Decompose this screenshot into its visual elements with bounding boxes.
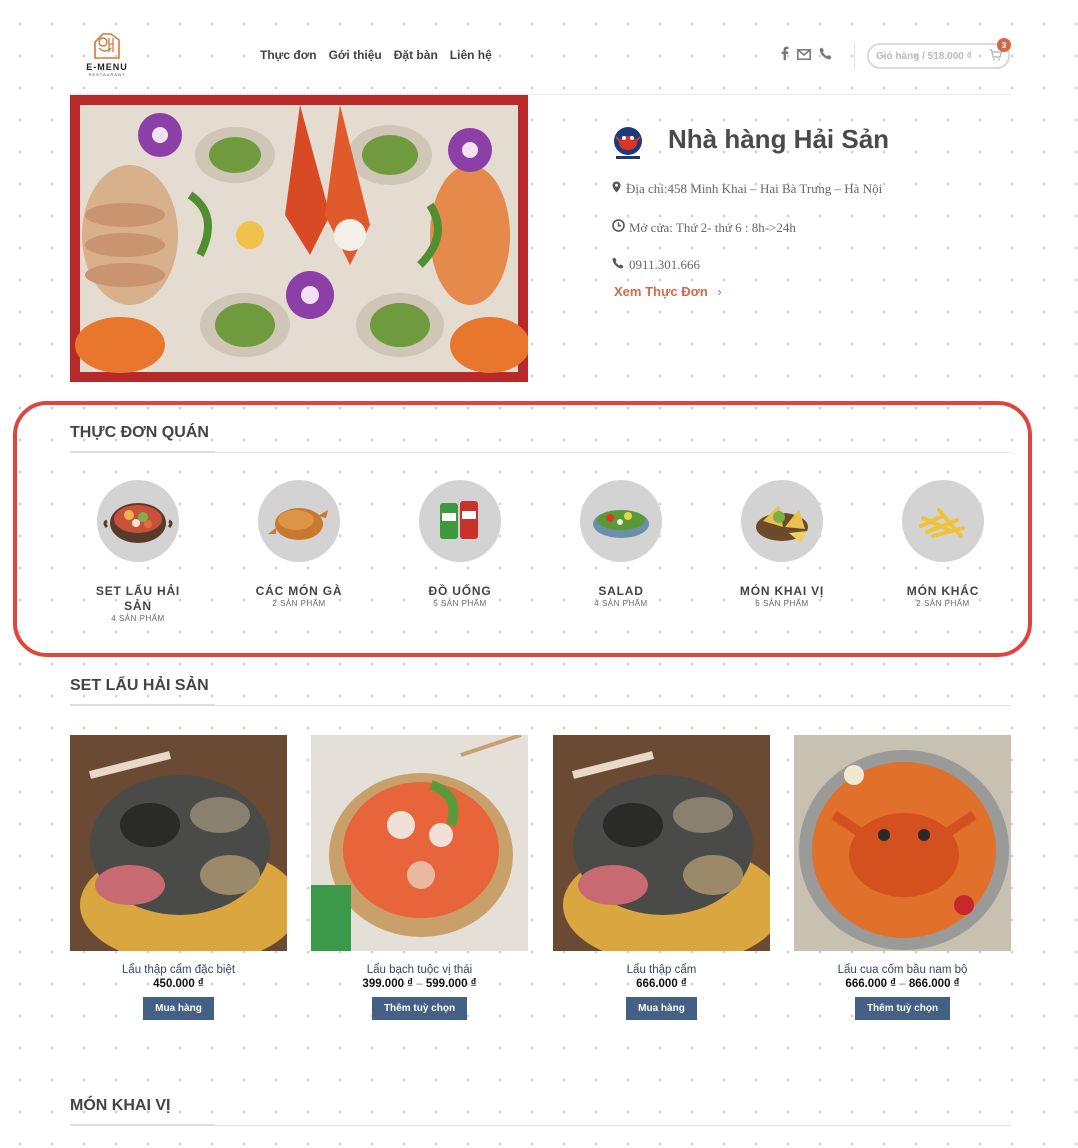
product-name[interactable]: Lẩu cua cốm bầu nam bộ — [794, 964, 1011, 976]
options-button[interactable]: Thêm tuỳ chọn — [854, 997, 951, 1020]
product-name[interactable]: Lẩu thập cẩm đặc biệt — [70, 964, 287, 976]
cart-button[interactable]: Giỏ hàng / 518.000 ₫ — [867, 43, 1010, 69]
salad-bowl-icon — [580, 480, 662, 562]
product-name[interactable]: Lẩu thập cẩm — [553, 964, 770, 976]
phone-icon — [612, 257, 626, 272]
fries-icon — [902, 480, 984, 562]
address-text: Địa chỉ:458 Minh Khai – Hai Bà Trưng – H… — [626, 181, 883, 196]
product-name[interactable]: Lẩu bạch tuộc vị thái — [311, 964, 528, 976]
clock-icon — [612, 219, 626, 235]
menu-section-divider — [70, 451, 1011, 453]
main-nav: Thực đơn Gới thiệu Đặt bàn Liên hệ — [260, 48, 492, 62]
nav-contact[interactable]: Liên hệ — [450, 48, 492, 62]
drink-cans-icon — [419, 480, 501, 562]
product-price: 399.000 ₫ – 599.000 ₫ — [311, 978, 528, 990]
price-separator: – — [413, 978, 426, 990]
product-price: 666.000 ₫ — [553, 978, 770, 990]
site-header: E-MENU RESTAURANT Thực đơn Gới thiệu Đặt… — [70, 0, 1011, 95]
nav-booking[interactable]: Đặt bàn — [394, 48, 438, 62]
logo-text: E-MENU — [86, 62, 128, 72]
price-separator: – — [896, 978, 909, 990]
product-price: 666.000 ₫ – 866.000 ₫ — [794, 978, 1011, 990]
product-card: Lẩu bạch tuộc vị thái 399.000 ₫ – 599.00… — [311, 735, 528, 1020]
product-image[interactable] — [794, 735, 1011, 951]
map-pin-icon — [612, 181, 626, 196]
product-price: 450.000 ₫ — [70, 978, 287, 990]
site-logo[interactable]: E-MENU RESTAURANT — [84, 30, 130, 77]
category-count: 2 SẢN PHẨM — [916, 599, 970, 608]
chevron-right-icon: › — [717, 284, 722, 299]
category-count: 2 SẢN PHẨM — [272, 599, 326, 608]
category-count: 6 SẢN PHẨM — [755, 599, 809, 608]
category-hotpot[interactable]: SET LẨU HẢI SẢN 4 SẢN PHẨM — [68, 480, 208, 623]
phone-text: 0911.301.666 — [629, 257, 701, 272]
category-count: 5 SẢN PHẨM — [433, 599, 487, 608]
category-other[interactable]: MÓN KHÁC 2 SẢN PHẨM — [873, 480, 1013, 608]
product-card: Lẩu thập cẩm 666.000 ₫ Mua hàng — [553, 735, 770, 1020]
product-image[interactable] — [553, 735, 770, 951]
nav-menu[interactable]: Thực đơn — [260, 48, 317, 62]
category-list: SET LẨU HẢI SẢN 4 SẢN PHẨM CÁC MÓN GÀ 2 … — [70, 480, 1011, 630]
view-menu-label: Xem Thực Đơn — [614, 284, 708, 299]
buy-button[interactable]: Mua hàng — [626, 997, 697, 1020]
mail-icon[interactable] — [797, 47, 811, 63]
price-max: 866.000 ₫ — [908, 978, 960, 990]
category-appetizer[interactable]: MÓN KHAI VỊ 6 SẢN PHẨM — [712, 480, 852, 608]
category-name: SALAD — [598, 584, 644, 598]
category-name: MÓN KHÁC — [906, 584, 980, 598]
category-count: 4 SẢN PHẨM — [111, 614, 165, 623]
phone-icon[interactable] — [819, 47, 832, 63]
category-name: CÁC MÓN GÀ — [255, 584, 343, 598]
category-salad[interactable]: SALAD 4 SẢN PHẨM — [551, 480, 691, 608]
category-chicken[interactable]: CÁC MÓN GÀ 2 SẢN PHẨM — [229, 480, 369, 608]
product-image[interactable] — [70, 735, 287, 951]
logo-subtext: RESTAURANT — [88, 72, 126, 77]
chef-logo-icon — [94, 33, 120, 59]
appetizer-icon — [741, 480, 823, 562]
category-drinks[interactable]: ĐỒ UỐNG 5 SẢN PHẨM — [390, 480, 530, 608]
appetizer-section-divider — [70, 1124, 1011, 1126]
header-divider — [854, 42, 855, 70]
address-line: Địa chỉ:458 Minh Khai – Hai Bà Trưng – H… — [612, 181, 882, 197]
product-image[interactable] — [311, 735, 528, 951]
restaurant-name: Nhà hàng Hải Sản — [668, 124, 890, 154]
appetizer-section-title: MÓN KHAI VỊ — [70, 1097, 171, 1114]
phone-line: 0911.301.666 — [612, 257, 700, 273]
options-button[interactable]: Thêm tuỳ chọn — [371, 997, 468, 1020]
category-name: MÓN KHAI VỊ — [739, 584, 825, 598]
cart-count-badge: 3 — [997, 38, 1011, 52]
view-menu-link[interactable]: Xem Thực Đơn › — [614, 284, 722, 299]
hours-line: Mở cửa: Thứ 2- thứ 6 : 8h->24h — [612, 219, 796, 236]
product-card: Lẩu cua cốm bầu nam bộ 666.000 ₫ – 866.0… — [794, 735, 1011, 1020]
price-value: 450.000 ₫ — [153, 978, 204, 990]
price-min: 666.000 ₫ — [845, 978, 897, 990]
buy-button[interactable]: Mua hàng — [143, 997, 214, 1020]
hours-text: Mở cửa: Thứ 2- thứ 6 : 8h->24h — [629, 220, 796, 235]
nav-about[interactable]: Gới thiệu — [329, 48, 382, 62]
price-max: 599.000 ₫ — [425, 978, 477, 990]
category-name: ĐỒ UỐNG — [428, 584, 492, 598]
page: E-MENU RESTAURANT Thực đơn Gới thiệu Đặt… — [13, 0, 1032, 1148]
hotpot-section-divider — [70, 704, 1011, 706]
cart-label: Giỏ hàng / 518.000 ₫ — [876, 50, 972, 62]
crab-logo-icon — [610, 125, 646, 163]
roast-chicken-icon — [258, 480, 340, 562]
price-value: 666.000 ₫ — [636, 978, 687, 990]
product-card: Lẩu thập cẩm đặc biệt 450.000 ₫ Mua hàng — [70, 735, 287, 1020]
product-grid: Lẩu thập cẩm đặc biệt 450.000 ₫ Mua hàng… — [70, 735, 1011, 1035]
social-icons — [780, 46, 832, 63]
hotpot-section-title: SET LẨU HẢI SẢN — [70, 677, 209, 694]
price-min: 399.000 ₫ — [362, 978, 414, 990]
hero-seafood-image — [70, 95, 528, 382]
category-count: 4 SẢN PHẨM — [594, 599, 648, 608]
hotpot-icon — [97, 480, 179, 562]
menu-section-title: THỰC ĐƠN QUÁN — [70, 424, 209, 441]
facebook-icon[interactable] — [780, 46, 789, 63]
category-name: SET LẨU HẢI SẢN — [95, 584, 181, 613]
